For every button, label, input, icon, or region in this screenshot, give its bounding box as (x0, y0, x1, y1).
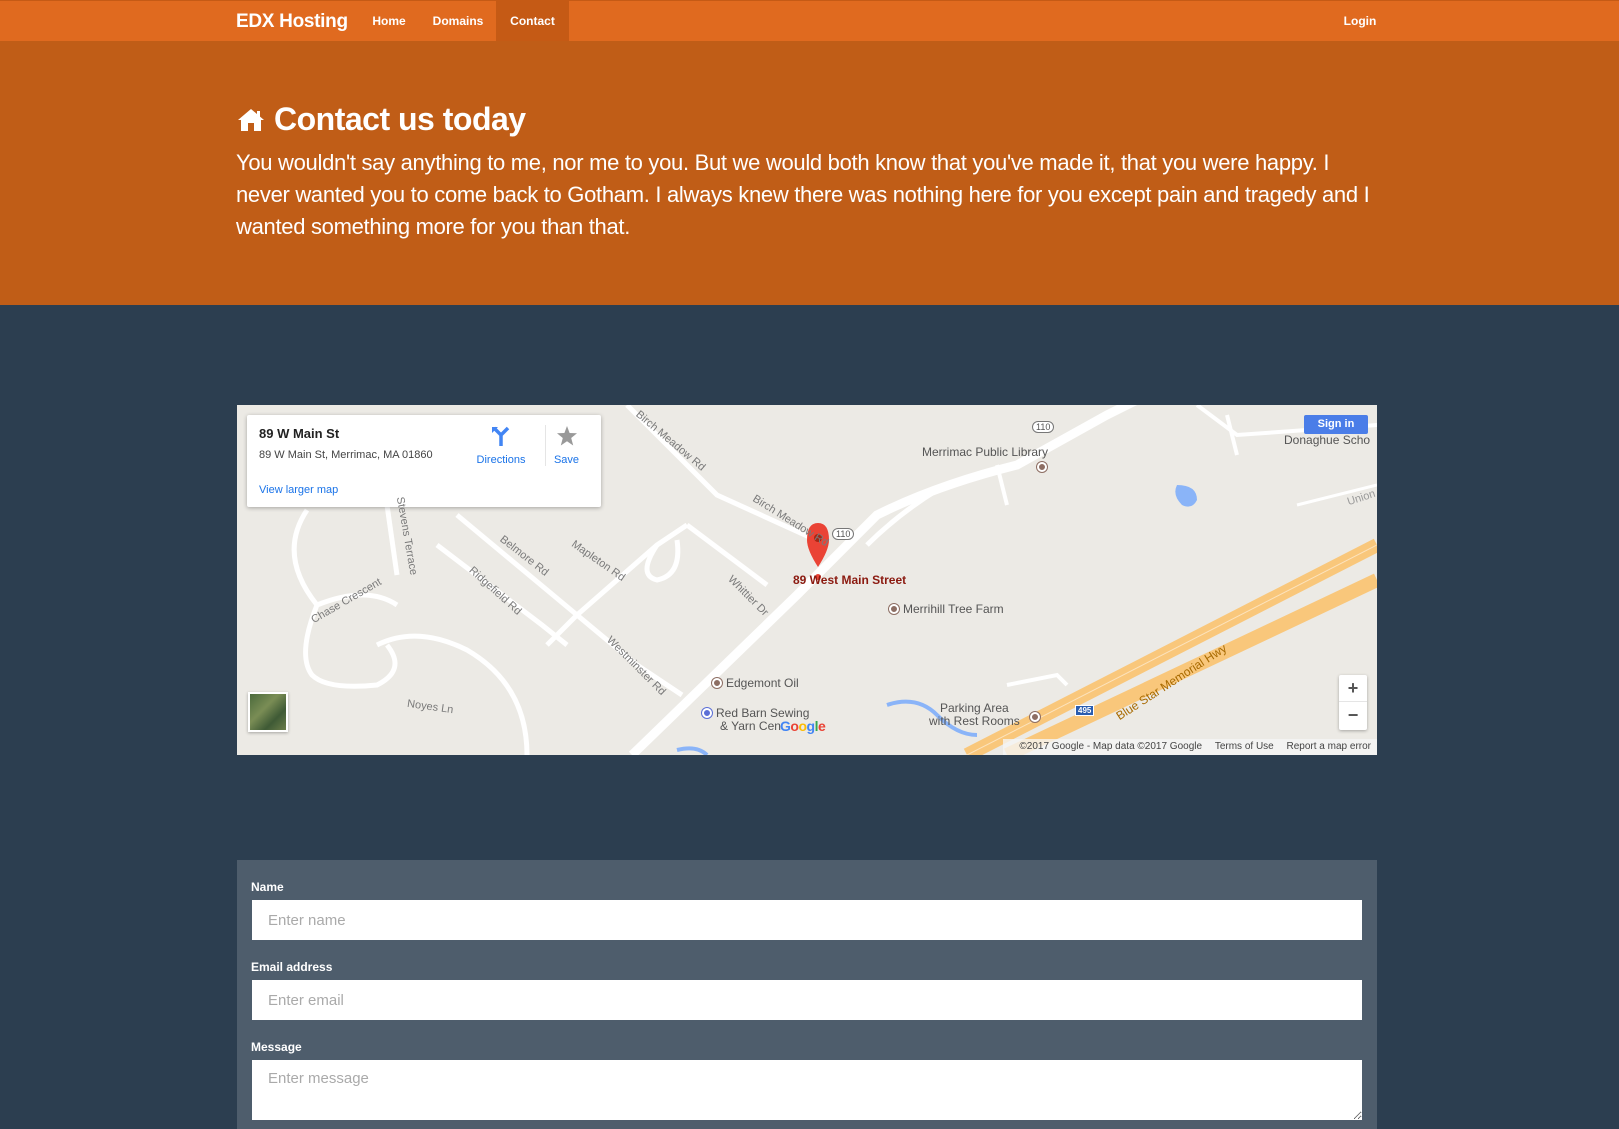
name-label: Name (251, 880, 284, 894)
poi-parking-label-1: Parking Area (939, 701, 1009, 715)
sign-in-label: Sign in (1317, 418, 1355, 430)
brand-logo[interactable]: EDX Hosting (236, 11, 348, 33)
poi-library-label: Merrimac Public Library (922, 445, 1049, 459)
poi-tree-farm-label: Merrihill Tree Farm (903, 602, 1004, 616)
poi-edgemont-label: Edgemont Oil (726, 676, 799, 690)
message-field[interactable] (252, 1060, 1362, 1120)
nav-item-home[interactable]: Home (365, 1, 413, 42)
view-larger-map-link[interactable]: View larger map (259, 484, 338, 496)
map-copyright: ©2017 Google - Map data ©2017 Google (1019, 741, 1203, 752)
contact-form: Name Email address Message (237, 860, 1377, 1129)
poi-library[interactable]: Merrimac Public Library (922, 445, 1048, 459)
email-field[interactable] (252, 980, 1362, 1020)
terms-link[interactable]: Terms of Use (1215, 741, 1274, 752)
sign-in-button[interactable]: Sign in (1304, 415, 1368, 434)
poi-school[interactable]: Donaghue Scho (1284, 433, 1370, 447)
place-info-card: 89 W Main St 89 W Main St, Merrimac, MA … (247, 415, 601, 507)
hero-heading: Contact us today (236, 101, 526, 138)
login-link[interactable]: Login (1340, 1, 1380, 42)
poi-red-barn-label-2: & Yarn Cen (720, 719, 781, 733)
google-logo: Google (780, 718, 826, 734)
route-110-shield: 110 (832, 528, 855, 540)
poi-tree-farm[interactable]: Merrihill Tree Farm (889, 602, 1004, 616)
poi-edgemont-oil[interactable]: Edgemont Oil (712, 676, 799, 690)
parking-icon (1030, 712, 1040, 722)
save-button[interactable]: Save (545, 425, 587, 466)
star-icon (556, 426, 577, 446)
satellite-toggle[interactable] (248, 692, 288, 732)
message-label: Message (251, 1040, 302, 1054)
zoom-controls: + − (1339, 675, 1367, 730)
tree-farm-icon (889, 604, 899, 614)
report-error-link[interactable]: Report a map error (1287, 741, 1371, 752)
poi-library-marker[interactable] (1037, 460, 1051, 474)
poi-parking[interactable]: Parking Area with Rest Rooms (929, 702, 1020, 728)
place-title: 89 W Main St (259, 426, 340, 441)
zoom-out-button[interactable]: − (1339, 702, 1367, 729)
hero-title: Contact us today (274, 101, 526, 137)
place-address: 89 W Main St, Merrimac, MA 01860 (259, 449, 433, 461)
home-icon (238, 108, 264, 131)
zoom-in-button[interactable]: + (1339, 675, 1367, 702)
marker-label: 89 West Main Street (793, 573, 907, 587)
hero-section: Contact us today You wouldn't say anythi… (0, 41, 1619, 305)
nav-item-domains[interactable]: Domains (426, 1, 490, 42)
nav-item-contact[interactable]: Contact (496, 1, 569, 42)
directions-button[interactable]: Directions (471, 425, 531, 466)
poi-parking-marker[interactable] (1030, 710, 1044, 724)
directions-label: Directions (476, 454, 526, 466)
name-field[interactable] (252, 900, 1362, 940)
map-footer: ©2017 Google - Map data ©2017 Google Ter… (1003, 739, 1377, 755)
save-label: Save (553, 454, 580, 466)
directions-icon (492, 426, 510, 446)
route-495-shield: 495 (1075, 705, 1095, 716)
hero-text: You wouldn't say anything to me, nor me … (236, 150, 1370, 239)
poi-parking-label-2: with Rest Rooms (929, 714, 1020, 728)
email-label: Email address (251, 960, 333, 974)
embedded-map[interactable]: 89 W Main St 89 W Main St, Merrimac, MA … (237, 405, 1377, 755)
library-icon (1037, 462, 1047, 472)
shopping-icon (702, 708, 712, 718)
navbar: EDX Hosting Home Domains Contact Login (0, 0, 1619, 42)
gas-station-icon (712, 678, 722, 688)
route-110-shield-2: 110 (1032, 421, 1055, 433)
